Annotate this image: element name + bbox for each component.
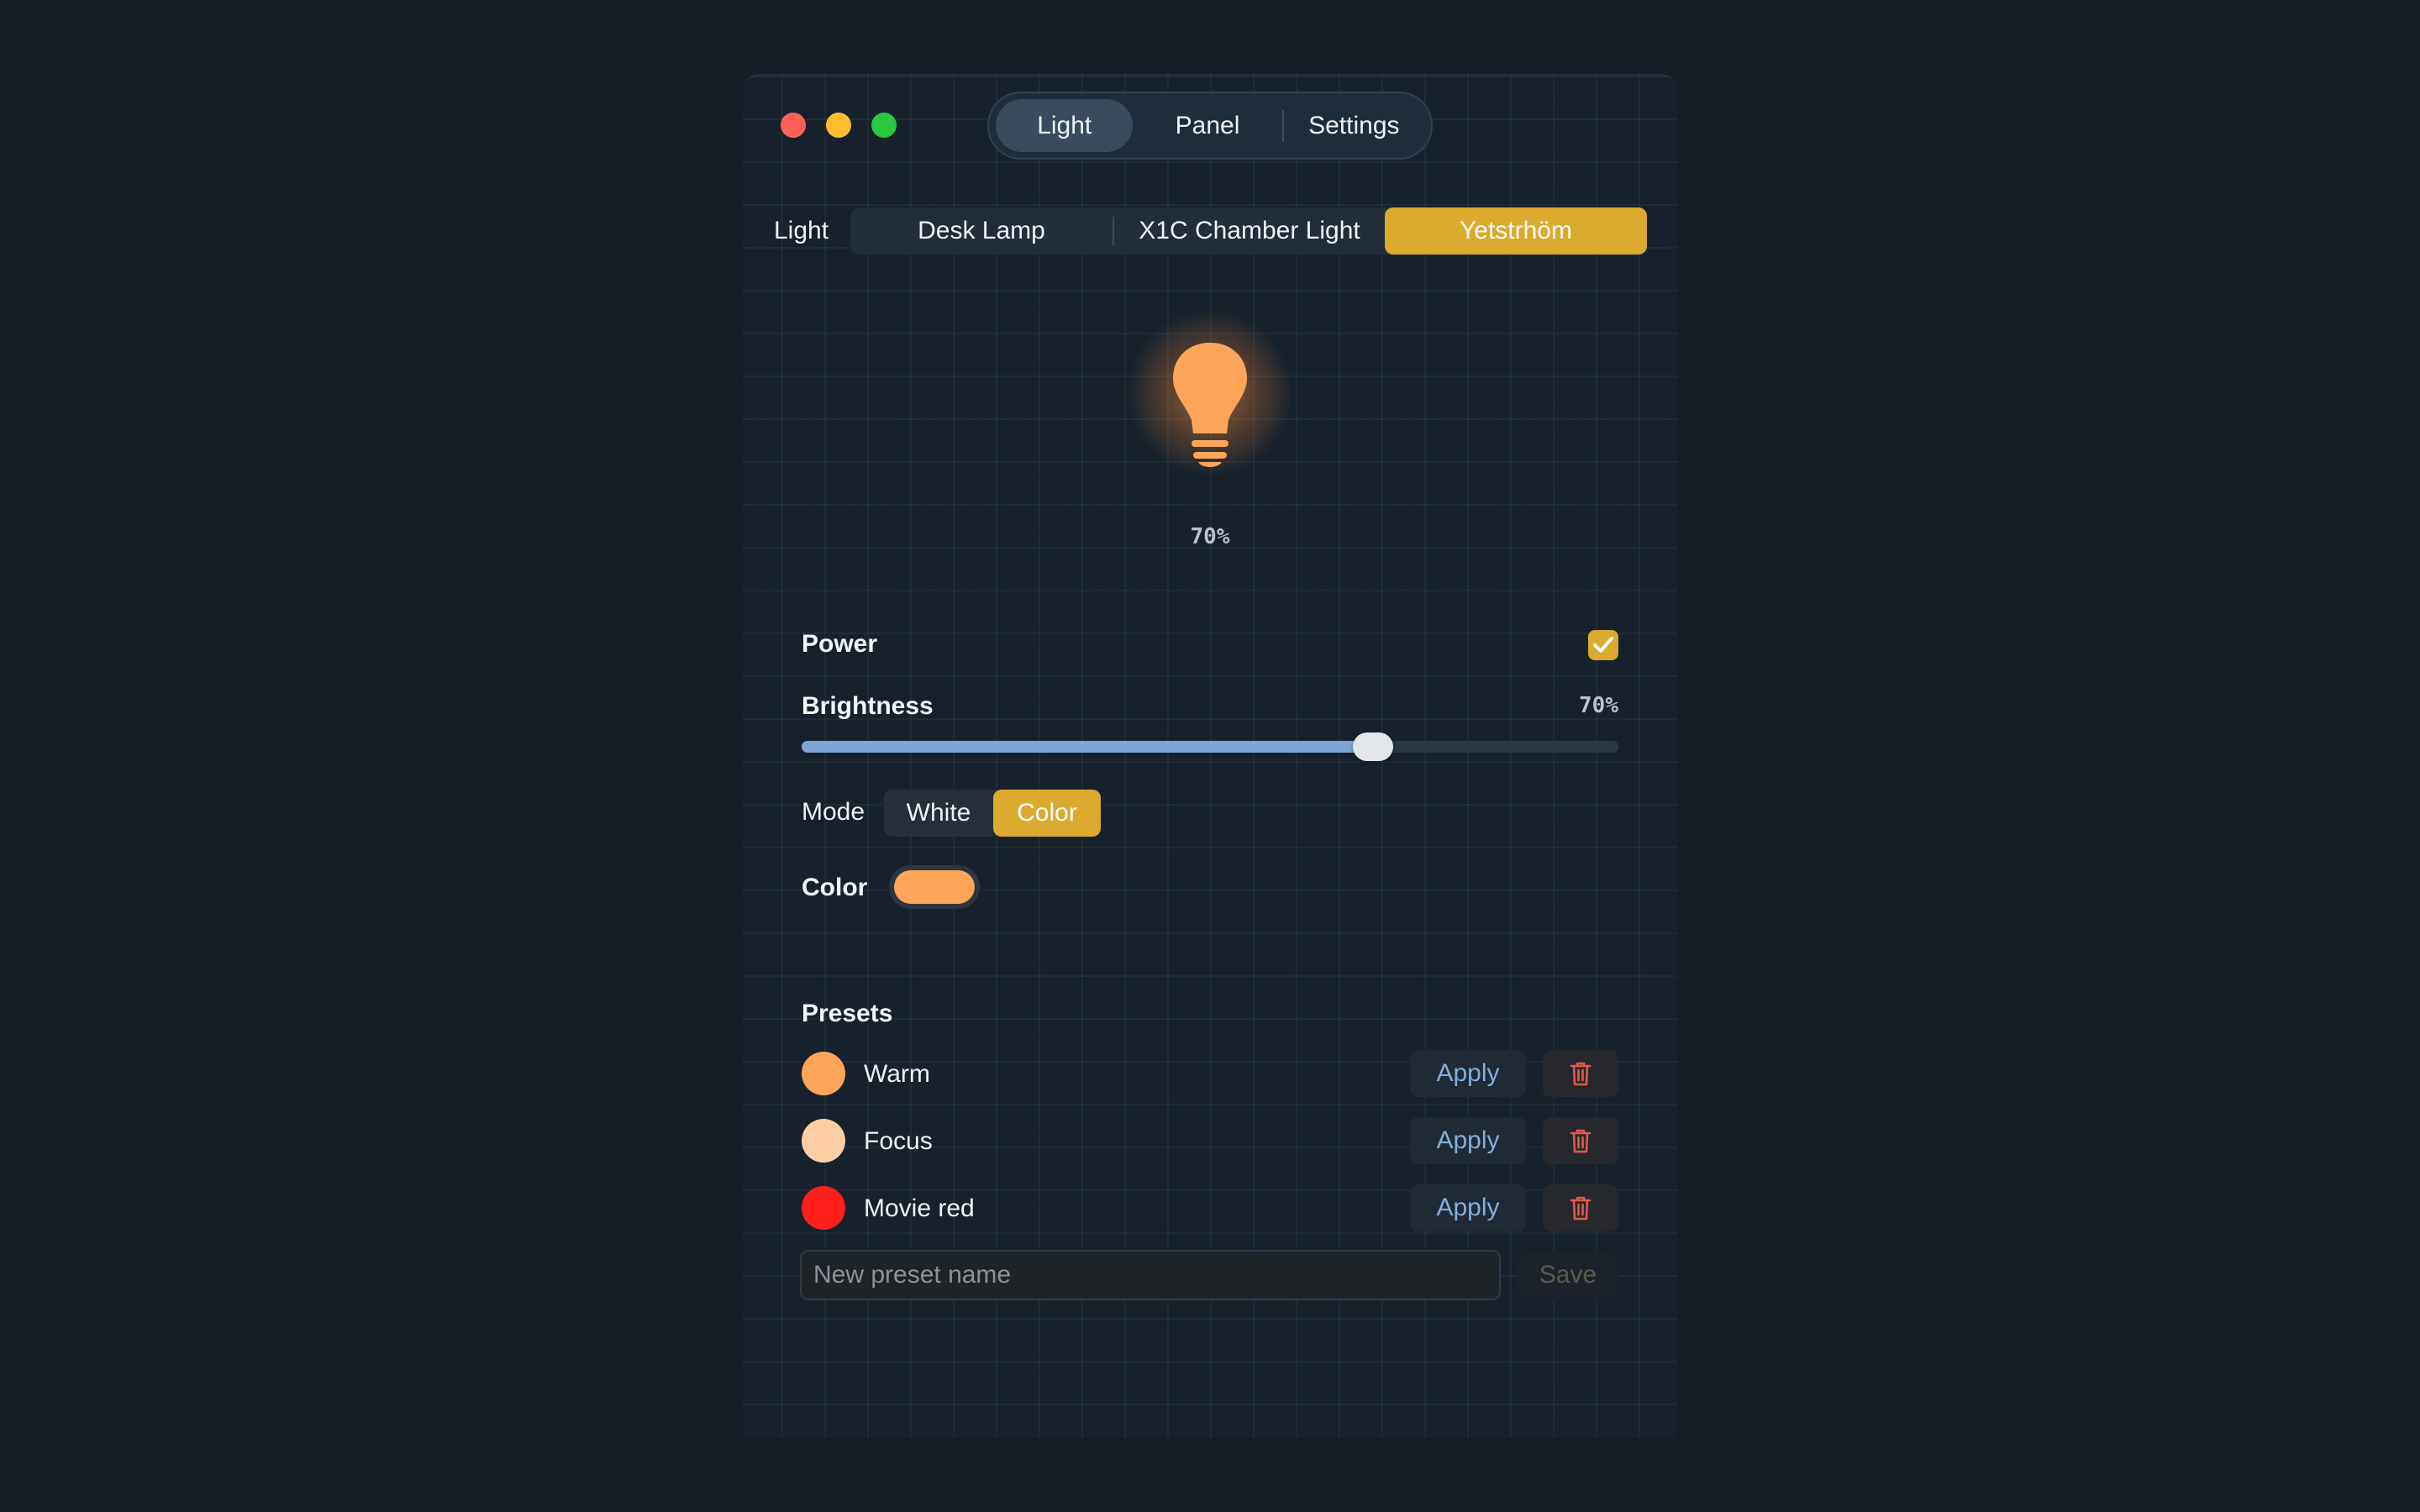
preset-color-dot	[802, 1186, 845, 1230]
power-checkbox[interactable]	[1588, 630, 1618, 660]
preset-row: Focus Apply	[802, 1117, 1618, 1164]
mode-white[interactable]: White	[884, 790, 993, 837]
delete-preset-button[interactable]	[1543, 1117, 1618, 1164]
mode-color[interactable]: Color	[993, 790, 1101, 837]
close-window-button[interactable]	[781, 113, 806, 138]
brightness-slider-thumb[interactable]	[1353, 732, 1394, 761]
mode-picker: White Color	[884, 790, 1101, 837]
power-label: Power	[802, 630, 878, 658]
preset-name: Warm	[864, 1060, 930, 1088]
new-preset-name-input[interactable]	[800, 1250, 1501, 1300]
device-desk-lamp[interactable]: Desk Lamp	[850, 207, 1113, 255]
checkmark-icon	[1593, 637, 1613, 653]
trash-icon	[1570, 1129, 1591, 1153]
bulb-brightness-readout: 70%	[1190, 524, 1230, 549]
brightness-label: Brightness	[802, 692, 934, 720]
preset-row: Movie red Apply	[802, 1184, 1618, 1231]
preset-color-dot	[802, 1119, 845, 1163]
tab-panel[interactable]: Panel	[1133, 99, 1281, 152]
apply-preset-button[interactable]: Apply	[1410, 1050, 1526, 1097]
lightbulb-icon	[1173, 343, 1247, 467]
color-picker-well[interactable]	[889, 865, 980, 909]
trash-icon	[1570, 1062, 1591, 1086]
preset-row: Warm Apply	[802, 1050, 1618, 1097]
apply-preset-button[interactable]: Apply	[1410, 1184, 1526, 1231]
main-tab-bar: Light Panel Settings	[987, 92, 1433, 160]
maximize-window-button[interactable]	[871, 113, 897, 138]
preset-name: Focus	[864, 1127, 933, 1155]
preset-name: Movie red	[864, 1194, 975, 1222]
brightness-value: 70%	[1579, 693, 1618, 718]
device-picker: Desk Lamp X1C Chamber Light Yetstrhöm	[850, 207, 1647, 255]
device-yetstrhom[interactable]: Yetstrhöm	[1385, 207, 1647, 255]
tab-settings[interactable]: Settings	[1284, 99, 1424, 152]
device-x1c-chamber-light[interactable]: X1C Chamber Light	[1114, 207, 1385, 255]
mode-label: Mode	[802, 798, 865, 826]
delete-preset-button[interactable]	[1543, 1184, 1618, 1231]
delete-preset-button[interactable]	[1543, 1050, 1618, 1097]
color-label: Color	[802, 874, 868, 901]
app-window	[743, 74, 1677, 1438]
color-swatch	[894, 870, 975, 904]
apply-preset-button[interactable]: Apply	[1410, 1117, 1526, 1164]
preset-color-dot	[802, 1052, 845, 1095]
save-preset-button[interactable]: Save	[1518, 1252, 1618, 1299]
tab-light[interactable]: Light	[996, 99, 1134, 152]
brightness-slider-fill	[802, 741, 1374, 753]
trash-icon	[1570, 1196, 1591, 1221]
light-picker-label: Light	[774, 217, 829, 244]
brightness-slider[interactable]	[802, 732, 1618, 761]
presets-title: Presets	[802, 1000, 893, 1027]
minimize-window-button[interactable]	[826, 113, 851, 138]
